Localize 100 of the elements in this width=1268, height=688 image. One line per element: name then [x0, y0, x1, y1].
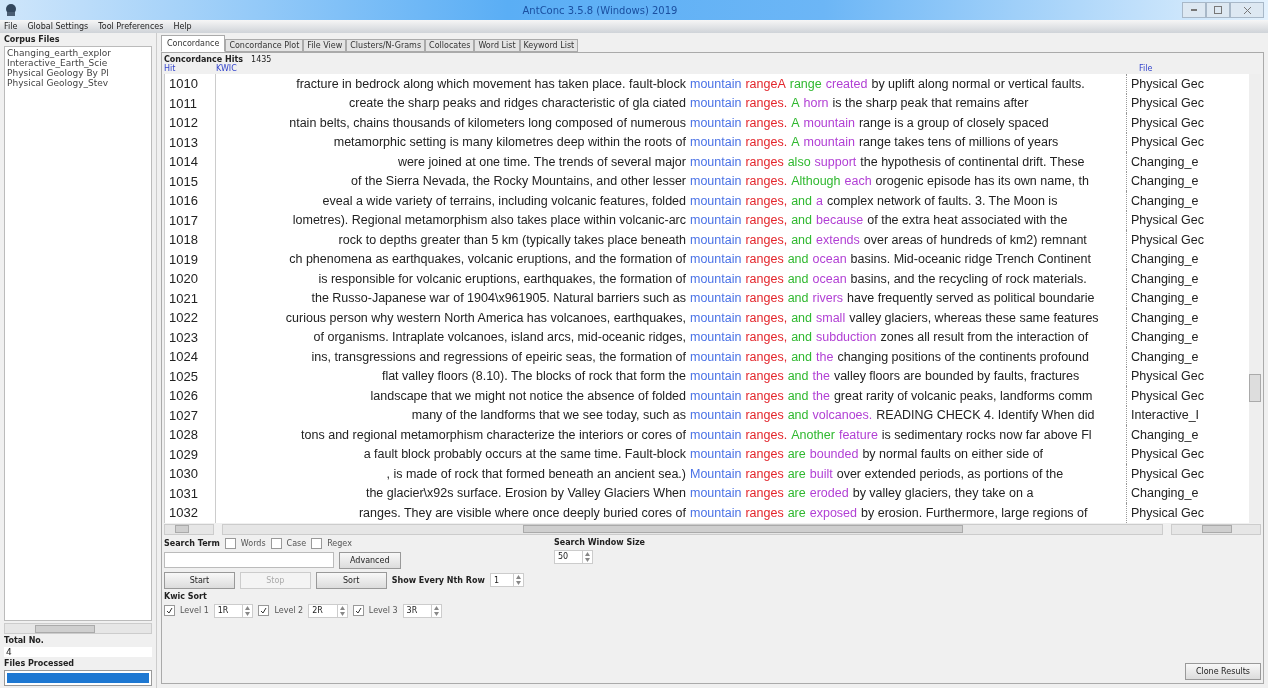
corpus-file-item[interactable]: Interactive_Earth_Scie	[7, 58, 149, 68]
right-word: Although	[791, 174, 841, 189]
right-word: ranges,	[745, 213, 788, 228]
hit-number: 1020	[165, 269, 216, 289]
right-word: ocean	[812, 271, 847, 286]
right-word: mountain	[803, 135, 855, 150]
level-spinner[interactable]: 3R	[402, 603, 443, 618]
keyword: mountain	[690, 232, 742, 247]
checkbox-label: Regex	[327, 538, 352, 548]
search-window-spinner[interactable]: 50	[554, 549, 594, 564]
horizontal-scrollbar[interactable]	[1171, 523, 1261, 535]
tab[interactable]: Word List	[474, 39, 520, 52]
right-word: ranges	[745, 388, 784, 403]
right-word: ranges,	[745, 349, 788, 364]
right-word: ranges.	[745, 427, 788, 442]
nth-row-spinner[interactable]: 1	[489, 573, 524, 587]
corpus-file-item[interactable]: Changing_earth_explor	[7, 48, 149, 58]
checkbox-label: Level 2	[274, 606, 304, 615]
close-button[interactable]	[1230, 2, 1264, 18]
maximize-button[interactable]	[1206, 2, 1230, 18]
hit-number: 1011	[165, 93, 216, 113]
action-button[interactable]: Sort	[315, 571, 387, 589]
minimize-icon	[1191, 9, 1197, 11]
advanced-button[interactable]: Advanced	[339, 551, 401, 569]
left-context: were joined at one time. The trends of several major	[396, 154, 687, 169]
keyword: Mountain	[690, 466, 742, 481]
right-context: by normal faults on either side of	[862, 447, 1044, 462]
corpus-file-item[interactable]: Physical Geology_Stev	[7, 78, 149, 88]
column-header[interactable]: Hit	[164, 64, 216, 74]
keyword: mountain	[690, 115, 742, 130]
right-word: and	[791, 349, 812, 364]
hit-number: 1015	[165, 171, 216, 191]
left-context: ch phenomena as earthquakes, volcanic eruptions, and the formation of	[288, 252, 687, 267]
right-context: valley glaciers, whereas these same features	[849, 310, 1099, 325]
hit-number: 1026	[165, 386, 216, 406]
checkbox[interactable]	[352, 605, 364, 616]
tab[interactable]: Clusters/N-Grams	[346, 39, 426, 52]
hit-number: 1031	[165, 483, 216, 503]
right-context: range is a group of closely spaced	[858, 115, 1049, 130]
checkbox[interactable]	[164, 605, 175, 616]
hit-number: 1019	[165, 249, 216, 269]
keyword: mountain	[690, 310, 742, 325]
left-context: curious person why western North America has volcanoes, earthquakes,	[284, 310, 687, 325]
tab[interactable]: File View	[303, 39, 347, 52]
menu-item[interactable]: File	[4, 22, 18, 31]
minimize-button[interactable]	[1182, 2, 1206, 18]
right-context: zones all result from the interaction of	[880, 330, 1089, 345]
corpus-file-item[interactable]: Physical Geology By Pl	[7, 68, 149, 78]
action-button[interactable]: Start	[164, 571, 235, 589]
menu-item[interactable]: Global Settings	[27, 22, 89, 31]
menu-item[interactable]: Help	[173, 22, 192, 31]
right-word: and	[791, 310, 812, 325]
menu-item[interactable]: Tool Preferences	[98, 22, 164, 31]
right-word: also	[787, 154, 811, 169]
right-word: and	[787, 369, 809, 384]
right-word: ranges	[745, 154, 784, 169]
check-icon	[354, 607, 362, 614]
tab[interactable]: Collocates	[425, 39, 475, 52]
right-word: and	[791, 213, 812, 228]
right-word: rangeA	[745, 76, 786, 91]
right-word: rivers	[812, 291, 844, 306]
checkbox[interactable]	[258, 605, 270, 616]
level-spinner[interactable]: 1R	[213, 603, 254, 618]
checkbox[interactable]	[311, 537, 323, 549]
left-context: ranges. They are visible where once deeply buried cores of	[357, 505, 687, 520]
horizontal-scrollbar[interactable]	[4, 623, 152, 634]
right-word: the	[816, 349, 834, 364]
horizontal-scrollbar[interactable]	[222, 523, 1163, 535]
right-word: and	[791, 193, 812, 208]
horizontal-scrollbar[interactable]	[164, 523, 214, 535]
keyword: mountain	[690, 330, 742, 345]
column-header[interactable]: KWIC	[216, 64, 1139, 74]
left-context: , is made of rock that formed beneath an ancient sea.)	[385, 466, 687, 481]
left-context: is responsible for volcanic eruptions, earthquakes, the formation of	[317, 271, 687, 286]
right-word: ranges	[745, 291, 784, 306]
keyword: mountain	[690, 76, 742, 91]
hit-number: 1010	[165, 74, 216, 94]
tab[interactable]: Concordance Plot	[225, 39, 304, 52]
clone-results-button[interactable]: Clone Results	[1184, 663, 1261, 680]
right-word: ranges.	[745, 174, 788, 189]
hit-number: 1017	[165, 210, 216, 230]
tab[interactable]: Keyword List	[519, 39, 579, 52]
checkbox[interactable]	[270, 537, 282, 549]
right-word: extends	[816, 232, 860, 247]
checkbox[interactable]	[224, 537, 236, 549]
right-word: horn	[803, 96, 829, 111]
total-count: 4	[4, 647, 152, 657]
checkbox-label: Level 1	[180, 606, 209, 615]
left-context: tons and regional metamorphism characterize the interiors or cores of	[300, 427, 687, 442]
keyword: mountain	[690, 291, 742, 306]
right-word: ranges,	[745, 232, 788, 247]
column-header[interactable]: File	[1139, 64, 1261, 74]
search-field[interactable]	[164, 552, 334, 568]
left-context: the glacier\x92s surface. Erosion by Valley Glaciers When	[364, 486, 687, 501]
level-spinner[interactable]: 2R	[308, 603, 348, 618]
keyword: mountain	[690, 193, 742, 208]
right-context: orogenic episode has its own name, th	[875, 174, 1089, 189]
right-word: the	[812, 369, 830, 384]
hit-number: 1014	[165, 152, 216, 172]
tab[interactable]: Concordance	[161, 35, 226, 52]
